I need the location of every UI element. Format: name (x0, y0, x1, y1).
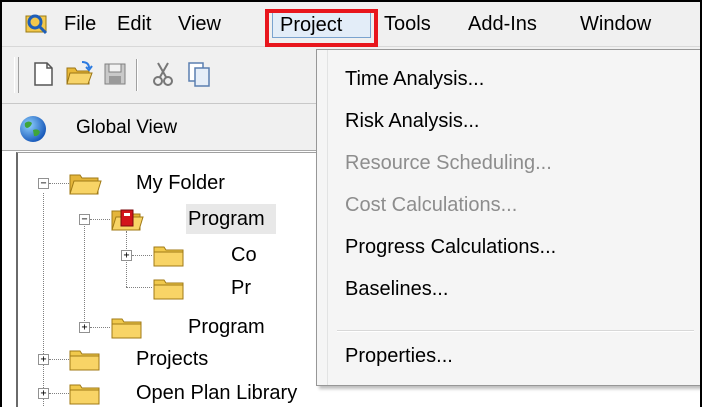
program-folder-icon (111, 209, 144, 231)
copy-icon[interactable] (184, 59, 214, 89)
menu-item-risk-analysis[interactable]: Risk Analysis... (345, 106, 479, 136)
tree-connector (90, 327, 110, 328)
cut-icon[interactable] (148, 59, 178, 89)
tree-item-label: Pr (231, 277, 251, 299)
expand-toggle[interactable]: + (38, 388, 49, 399)
save-icon[interactable] (100, 59, 130, 89)
new-document-icon[interactable] (28, 59, 58, 89)
menu-add-ins[interactable]: Add-Ins (464, 10, 541, 38)
tree-item-label: My Folder (136, 172, 225, 194)
menu-edit[interactable]: Edit (113, 10, 155, 38)
folder-icon (153, 279, 184, 300)
tree-connector (132, 255, 152, 256)
toolbar-grip[interactable] (14, 57, 19, 93)
app-window: File Edit View Project Tools Add-Ins Win… (0, 0, 702, 407)
open-folder-icon[interactable] (64, 59, 94, 89)
folder-icon (69, 350, 100, 371)
collapse-toggle[interactable]: − (79, 214, 90, 225)
menu-item-properties[interactable]: Properties... (345, 341, 453, 371)
menu-item-resource-scheduling: Resource Scheduling... (345, 152, 552, 174)
menu-item-baselines[interactable]: Baselines... (345, 274, 448, 304)
tree-item-label: Open Plan Library (136, 382, 298, 404)
tree-connector (43, 193, 44, 407)
folder-open-icon (69, 174, 102, 195)
menu-item-cost-calculations: Cost Calculations... (345, 194, 518, 216)
tree-item-label: Program (188, 208, 265, 230)
expand-toggle[interactable]: + (121, 250, 132, 261)
menu-item-time-analysis[interactable]: Time Analysis... (345, 64, 484, 94)
tree-item-label: Program (188, 316, 265, 338)
globe-icon (20, 116, 46, 142)
toolbar-separator (136, 59, 138, 91)
menu-bar: File Edit View Project Tools Add-Ins Win… (2, 2, 700, 47)
menu-item-progress-calculations[interactable]: Progress Calculations... (345, 232, 556, 262)
tree-connector (90, 219, 110, 220)
project-dropdown-menu: Time Analysis... Risk Analysis... Resour… (316, 49, 700, 386)
tree-connector (49, 183, 69, 184)
menu-tools[interactable]: Tools (380, 10, 435, 38)
menu-gutter (317, 50, 328, 385)
collapse-toggle[interactable]: − (38, 178, 49, 189)
menu-window[interactable]: Window (576, 10, 655, 38)
tree-item-label: Co (231, 244, 257, 266)
folder-icon (69, 384, 100, 405)
menu-project[interactable]: Project (272, 10, 371, 38)
expand-toggle[interactable]: + (79, 322, 90, 333)
global-view-label[interactable]: Global View (76, 117, 177, 139)
tree-connector (126, 287, 152, 288)
tree-connector (49, 393, 69, 394)
tree-connector (49, 359, 69, 360)
folder-icon (153, 246, 184, 267)
folder-icon (111, 318, 142, 339)
menu-file[interactable]: File (60, 10, 100, 38)
tree-connector (84, 219, 85, 327)
menu-view[interactable]: View (174, 10, 225, 38)
app-logo-icon (25, 14, 48, 35)
expand-toggle[interactable]: + (38, 354, 49, 365)
tree-item-label: Projects (136, 348, 209, 370)
menu-separator (337, 330, 694, 332)
